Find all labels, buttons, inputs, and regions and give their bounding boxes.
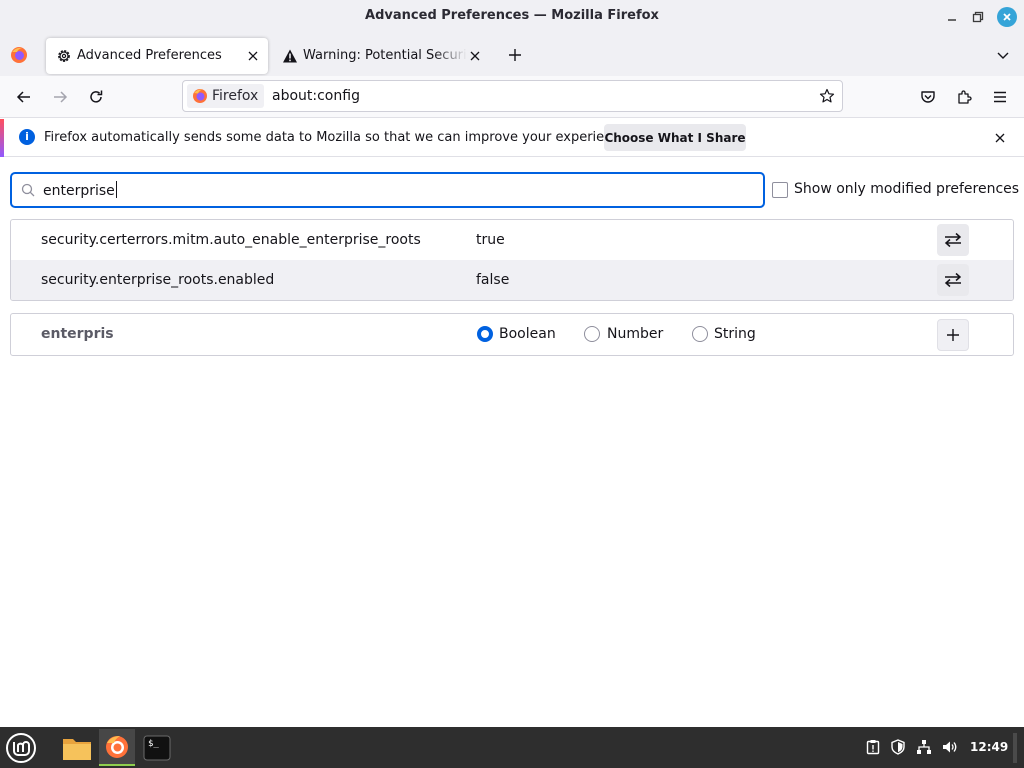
plus-icon: [509, 49, 521, 61]
clipboard-alert-icon: [866, 740, 880, 755]
extensions-button[interactable]: [951, 84, 977, 110]
terminal-icon: $_: [143, 735, 171, 760]
toggle-pref-button[interactable]: [937, 264, 969, 296]
reload-icon: [90, 90, 103, 103]
list-all-tabs-button[interactable]: [992, 44, 1014, 66]
pocket-icon: [921, 91, 935, 103]
choose-what-i-share-button[interactable]: Choose What I Share: [604, 124, 746, 151]
string-radio[interactable]: [692, 326, 708, 342]
arrow-left-icon: [16, 91, 30, 103]
plus-icon: [947, 329, 959, 341]
close-window-button[interactable]: [997, 7, 1017, 27]
tray-update-manager[interactable]: [864, 738, 882, 756]
close-icon: [995, 133, 1005, 143]
string-radio-label[interactable]: String: [714, 326, 756, 342]
window-title: Advanced Preferences — Mozilla Firefox: [365, 8, 659, 23]
new-pref-name: enterpris: [41, 326, 114, 342]
svg-text:$_: $_: [148, 739, 159, 749]
firefox-view-icon[interactable]: [10, 46, 28, 64]
identity-label: Firefox: [212, 88, 259, 104]
preferences-table: security.certerrors.mitm.auto_enable_ent…: [10, 219, 1014, 301]
add-pref-button[interactable]: [937, 319, 969, 351]
pocket-button[interactable]: [915, 84, 941, 110]
taskbar-terminal-app[interactable]: $_: [139, 729, 175, 766]
identity-box[interactable]: Firefox: [187, 84, 264, 108]
toggle-arrows-icon: [944, 272, 962, 288]
restore-icon: [972, 11, 984, 23]
star-icon: [819, 88, 835, 103]
maximize-button[interactable]: [968, 7, 988, 27]
url-text[interactable]: about:config: [272, 88, 360, 104]
tray-network[interactable]: [915, 738, 933, 756]
notification-accent-stripe: [0, 119, 4, 157]
boolean-radio-label[interactable]: Boolean: [499, 326, 556, 342]
warning-icon: [283, 49, 297, 63]
pref-name: security.enterprise_roots.enabled: [41, 272, 275, 288]
tab-advanced-preferences[interactable]: Advanced Preferences: [46, 38, 268, 74]
taskbar-files-app[interactable]: [59, 729, 95, 766]
hamburger-menu-icon: [994, 91, 1006, 103]
new-tab-button[interactable]: [504, 44, 526, 66]
taskbar-clock[interactable]: 12:49: [970, 740, 1008, 754]
linux-mint-logo-icon: [6, 733, 36, 763]
app-menu-button[interactable]: [987, 84, 1013, 110]
number-radio-label[interactable]: Number: [607, 326, 663, 342]
add-new-pref-row: enterpris Boolean Number String: [10, 313, 1014, 356]
pref-name: security.certerrors.mitm.auto_enable_ent…: [41, 232, 421, 248]
tab-security-warning[interactable]: Warning: Potential Security Risk Ahead: [272, 38, 490, 74]
firefox-icon: [193, 89, 207, 103]
text-cursor: [115, 181, 117, 198]
url-bar[interactable]: Firefox about:config: [182, 80, 843, 112]
pref-row: security.enterprise_roots.enabled false: [11, 260, 1013, 300]
minimize-button[interactable]: [942, 7, 962, 27]
data-reporting-notification: i Firefox automatically sends some data …: [0, 119, 1024, 157]
firefox-icon: [106, 735, 128, 758]
taskbar-firefox-app[interactable]: [99, 729, 135, 766]
number-radio[interactable]: [584, 326, 600, 342]
tab-label: Advanced Preferences: [77, 48, 222, 63]
navigation-toolbar: Firefox about:config: [0, 76, 1024, 118]
reload-button[interactable]: [83, 84, 109, 110]
minimize-icon: [948, 19, 956, 21]
start-menu-button[interactable]: [4, 731, 38, 765]
tray-volume[interactable]: [941, 738, 959, 756]
close-notification-button[interactable]: [991, 129, 1009, 147]
forward-button[interactable]: [47, 84, 73, 110]
close-tab-button[interactable]: [244, 47, 262, 65]
notification-message: Firefox automatically sends some data to…: [44, 130, 632, 145]
preference-search-input[interactable]: enterprise: [10, 172, 765, 208]
info-icon: i: [19, 129, 35, 145]
chevron-down-icon: [997, 52, 1009, 59]
speaker-volume-icon: [943, 741, 957, 753]
close-icon: [470, 51, 480, 61]
window-titlebar: Advanced Preferences — Mozilla Firefox: [0, 0, 1024, 34]
network-icon: [917, 740, 931, 754]
toggle-pref-button[interactable]: [937, 224, 969, 256]
tray-security-shield[interactable]: [889, 738, 907, 756]
tab-strip: Advanced Preferences Warning: Potential …: [0, 34, 1024, 76]
pref-value[interactable]: false: [476, 272, 509, 288]
show-desktop-button[interactable]: [1013, 733, 1017, 763]
close-tab-button[interactable]: [466, 47, 484, 65]
shield-icon: [891, 739, 905, 755]
gear-icon: [58, 50, 70, 62]
files-icon: [63, 738, 91, 760]
bookmark-star-button[interactable]: [817, 86, 837, 106]
search-input-value: enterprise: [43, 181, 117, 199]
back-button[interactable]: [11, 84, 37, 110]
boolean-radio[interactable]: [477, 326, 493, 342]
close-icon: [248, 51, 258, 61]
pref-value[interactable]: true: [476, 232, 505, 248]
puzzle-icon: [958, 90, 972, 104]
show-modified-checkbox[interactable]: [772, 182, 788, 198]
close-icon: [1003, 13, 1011, 21]
tab-label: Warning: Potential Security Risk Ahead: [303, 48, 467, 63]
arrow-right-icon: [54, 91, 68, 103]
pref-row: security.certerrors.mitm.auto_enable_ent…: [11, 220, 1013, 260]
system-taskbar: $_ 12:49: [0, 727, 1024, 768]
toggle-arrows-icon: [944, 232, 962, 248]
show-modified-label[interactable]: Show only modified preferences: [794, 181, 1019, 197]
search-icon: [21, 183, 35, 197]
